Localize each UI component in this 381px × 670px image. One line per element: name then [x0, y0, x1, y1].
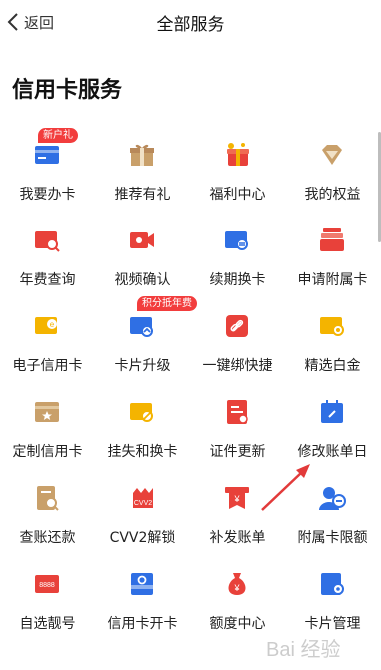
service-label: 挂失和换卡: [107, 444, 178, 460]
reissue-bill-icon: ¥: [225, 487, 249, 509]
service-item-custom-card[interactable]: 定制信用卡: [0, 397, 95, 475]
card-stack-icon: [320, 228, 344, 251]
service-item-renew-card[interactable]: 续期换卡: [190, 225, 285, 303]
service-label: 证件更新: [209, 444, 266, 460]
card-renew-icon: [225, 231, 248, 250]
service-item-id-update[interactable]: 证件更新: [190, 397, 285, 475]
service-label: 我要办卡: [19, 187, 76, 203]
service-item-card-activate[interactable]: 信用卡开卡: [95, 569, 190, 647]
service-label: 定制信用卡: [12, 444, 83, 460]
service-label: 自选靓号: [19, 616, 76, 632]
badge-new-user-gift: 新户礼: [38, 128, 78, 143]
yuan-icon-text: ¥: [233, 494, 240, 504]
video-camera-icon: [130, 232, 154, 248]
service-label: 修改账单日: [297, 444, 368, 460]
service-label: CVV2解锁: [109, 530, 176, 546]
diamond-icon: [322, 145, 342, 165]
calendar-icon: [321, 400, 343, 423]
platinum-card-icon: [320, 317, 344, 336]
service-item-apply-card[interactable]: 新户礼 我要办卡: [0, 128, 95, 218]
service-label: 信用卡开卡: [107, 616, 178, 632]
service-item-reissue-bill[interactable]: ¥ 补发账单: [190, 483, 285, 561]
service-label: 福利中心: [209, 187, 266, 203]
welfare-gift-icon: [227, 143, 249, 166]
report-loss-icon: [130, 403, 153, 422]
service-label: 年费查询: [19, 272, 76, 288]
bill-search-icon: [37, 486, 59, 511]
service-item-card-upgrade[interactable]: 积分抵年费 卡片升级: [95, 296, 197, 389]
service-label: 附属卡限额: [297, 530, 368, 546]
badge-points-fee: 积分抵年费: [137, 296, 197, 311]
service-item-quick-bind[interactable]: 一键绑快捷: [190, 311, 285, 389]
service-label: 电子信用卡: [12, 358, 83, 374]
service-label: 我的权益: [304, 187, 361, 203]
baidu-watermark-logo: Bai 经验: [266, 638, 340, 661]
service-item-supplementary-limit[interactable]: 附属卡限额: [285, 483, 380, 561]
cvv2-icon: CVV2: [133, 488, 153, 508]
e-card-icon: e: [35, 317, 57, 334]
service-item-cvv2-unlock[interactable]: CVV2 CVV2解锁: [95, 483, 190, 561]
service-item-annual-fee[interactable]: 年费查询: [0, 225, 95, 303]
service-item-supplementary-card[interactable]: 申请附属卡: [285, 225, 380, 303]
card-search-icon: [35, 231, 60, 252]
service-item-lucky-number[interactable]: 8888 自选靓号: [0, 569, 95, 647]
service-label: 精选白金: [304, 358, 361, 374]
service-item-change-bill-date[interactable]: 修改账单日: [285, 397, 380, 475]
yuan-icon-text: ¥: [233, 583, 240, 593]
service-item-e-card[interactable]: e 电子信用卡: [0, 311, 95, 389]
service-label: 推荐有礼: [114, 187, 171, 203]
card-activate-icon: [131, 573, 153, 595]
service-item-report-loss[interactable]: 挂失和换卡: [95, 397, 190, 475]
service-item-my-benefits[interactable]: 我的权益: [285, 140, 380, 218]
service-label: 卡片升级: [114, 358, 171, 374]
cvv2-icon-text: CVV2: [134, 500, 152, 507]
service-label: 视频确认: [114, 272, 171, 288]
service-label: 查账还款: [19, 530, 76, 546]
link-icon: [226, 315, 248, 337]
service-grid: 新户礼 我要办卡 推荐有礼 福利中心 我的权益 年费查询 视频确认 续期换卡 申…: [0, 0, 381, 670]
card-apply-icon: [35, 146, 59, 164]
card-upgrade-icon: [130, 317, 153, 337]
service-item-video-confirm[interactable]: 视频确认: [95, 225, 190, 303]
custom-card-icon: [35, 402, 59, 422]
service-label: 补发账单: [209, 530, 266, 546]
service-label: 一键绑快捷: [202, 358, 273, 374]
id-update-icon: [227, 400, 248, 424]
service-item-welfare-center[interactable]: 福利中心: [190, 140, 285, 218]
card-manage-icon: [321, 573, 344, 595]
card-number-icon: 8888: [35, 575, 59, 593]
service-item-referral[interactable]: 推荐有礼: [95, 140, 190, 218]
watermark-text: Bai 经验: [266, 638, 340, 661]
user-limit-icon: [319, 487, 346, 510]
service-label: 续期换卡: [209, 272, 266, 288]
service-item-bill-repay[interactable]: 查账还款: [0, 483, 95, 561]
svg-text:e: e: [50, 320, 55, 329]
service-item-platinum[interactable]: 精选白金: [285, 311, 380, 389]
card-number-icon-text: 8888: [39, 582, 55, 589]
gift-box-icon: [130, 144, 154, 166]
money-bag-icon: ¥: [228, 573, 246, 595]
service-label: 申请附属卡: [297, 272, 368, 288]
